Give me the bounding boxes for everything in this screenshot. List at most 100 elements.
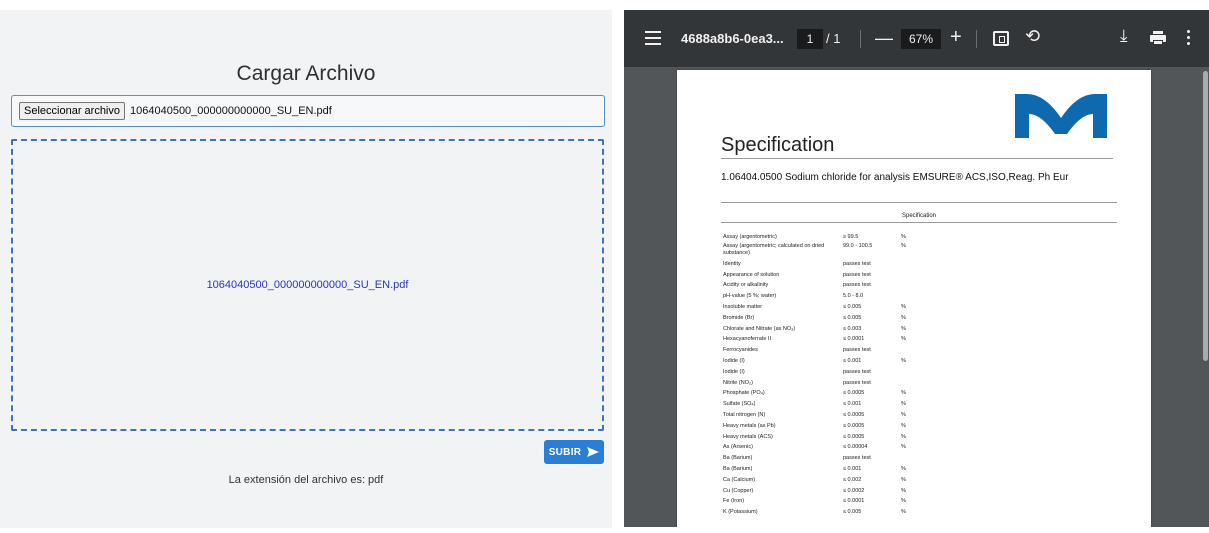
zoom-level-input[interactable]: 67% bbox=[901, 29, 941, 49]
page-number-input[interactable]: 1 bbox=[797, 29, 823, 49]
table-row: Chlorate and Nitrate (as NO₃) ≤ 0.003% bbox=[723, 324, 1103, 335]
table-header: Specification bbox=[901, 213, 937, 219]
table-cell-value: passes test bbox=[843, 379, 871, 386]
table-cell-name: K (Potassium) bbox=[723, 509, 758, 516]
table-cell-unit: % bbox=[901, 325, 906, 332]
table-cell-name: Sulfate (SO₄) bbox=[723, 401, 756, 408]
table-cell-name: Identity bbox=[723, 260, 741, 267]
table-cell-name: Iodide (I) bbox=[723, 357, 745, 364]
table-row: Heavy metals (as Pb) ≤ 0.0005% bbox=[723, 421, 1103, 432]
drop-zone[interactable]: 1064040500_000000000000_SU_EN.pdf bbox=[11, 139, 604, 431]
table-cell-unit bbox=[901, 280, 921, 291]
zoom-out-icon[interactable]: — bbox=[875, 28, 893, 49]
table-cell-name: Chlorate and Nitrate (as NO₃) bbox=[723, 325, 796, 332]
table-cell-unit: % bbox=[901, 465, 906, 472]
table-cell-unit bbox=[901, 291, 921, 302]
table-cell-unit: % bbox=[901, 411, 906, 418]
table-row: As (Arsenic) ≤ 0.00004% bbox=[723, 442, 1103, 453]
table-cell-name: Nitrite (NO₂) bbox=[723, 379, 753, 386]
scrollbar-thumb[interactable] bbox=[1203, 71, 1208, 361]
document-heading: Specification bbox=[721, 134, 835, 156]
table-row: Ba (Barium) ≤ 0.001% bbox=[723, 464, 1103, 475]
table-row: Phosphate (PO₄) ≤ 0.0005% bbox=[723, 388, 1103, 399]
table-cell-unit: % bbox=[901, 401, 906, 408]
table-cell-unit: % bbox=[901, 433, 906, 440]
page-title: Cargar Archivo bbox=[236, 62, 376, 85]
table-cell-unit: % bbox=[901, 476, 906, 483]
table-cell-name: Appearance of solution bbox=[723, 271, 780, 278]
upload-button[interactable]: SUBIR bbox=[544, 440, 604, 464]
table-cell-unit: % bbox=[901, 314, 906, 321]
table-cell-name: Total nitrogen (N) bbox=[723, 411, 766, 418]
table-cell-value: ≤ 0.0005 bbox=[843, 390, 865, 397]
table-row: Ca (Calcium) ≤ 0.002% bbox=[723, 475, 1103, 486]
table-row: Appearance of solution passes test bbox=[723, 270, 1103, 281]
table-row: Heavy metals (ACS) ≤ 0.0005% bbox=[723, 432, 1103, 443]
table-cell-value: ≤ 0.001 bbox=[843, 465, 862, 472]
table-cell-unit: % bbox=[901, 242, 906, 249]
table-cell-name: Ca (Calcium) bbox=[723, 476, 756, 483]
rotate-icon[interactable]: ⟲ bbox=[1025, 26, 1040, 47]
download-icon[interactable]: ⤓ bbox=[1120, 26, 1128, 46]
table-row: Sulfate (SO₄) ≤ 0.001% bbox=[723, 399, 1103, 410]
table-cell-name: Iodide (I) bbox=[723, 368, 745, 375]
page-total: / 1 bbox=[826, 31, 841, 46]
table-cell-unit: % bbox=[901, 357, 906, 364]
table-row: Assay (argentometric; calculated on drie… bbox=[723, 243, 1103, 259]
table-cell-name: Heavy metals (ACS) bbox=[723, 433, 773, 440]
fit-page-icon[interactable] bbox=[993, 31, 1009, 46]
table-row: Identity passes test bbox=[723, 259, 1103, 270]
table-cell-unit bbox=[901, 259, 921, 270]
table-cell-name: Phosphate (PO₄) bbox=[723, 390, 765, 397]
table-row: Nitrite (NO₂) passes test bbox=[723, 378, 1103, 389]
table-cell-name: Heavy metals (as Pb) bbox=[723, 422, 776, 429]
send-icon bbox=[587, 447, 600, 457]
pdf-toolbar: 4688a8b6-0ea3... 1 / 1 — 67% + ⟲ ⤓ bbox=[624, 10, 1209, 67]
table-cell-unit: % bbox=[901, 422, 906, 429]
table-cell-unit bbox=[901, 453, 921, 464]
divider bbox=[721, 222, 1117, 223]
drop-zone-filename: 1064040500_000000000000_SU_EN.pdf bbox=[206, 279, 409, 291]
table-cell-unit bbox=[901, 378, 921, 389]
table-row: Hexacyanoferrate II ≤ 0.0001% bbox=[723, 334, 1103, 345]
table-cell-name: Ferrocyanides bbox=[723, 347, 758, 354]
table-cell-value: passes test bbox=[843, 347, 871, 354]
scrollbar[interactable] bbox=[1201, 67, 1209, 527]
table-cell-name: Fe (Iron) bbox=[723, 498, 745, 505]
file-input[interactable]: Seleccionar archivo 1064040500_000000000… bbox=[11, 95, 605, 127]
table-cell-name: Ba (Barium) bbox=[723, 455, 753, 462]
table-cell-value: passes test bbox=[843, 368, 871, 375]
table-row: Ferrocyanides passes test bbox=[723, 345, 1103, 356]
table-row: Iodide (I) ≤ 0.001% bbox=[723, 356, 1103, 367]
table-cell-name: Insoluble matter bbox=[723, 303, 763, 310]
table-cell-unit: % bbox=[901, 390, 906, 397]
menu-icon[interactable] bbox=[645, 31, 661, 45]
table-cell-value: ≥ 99.5 bbox=[843, 234, 859, 240]
print-icon[interactable] bbox=[1150, 31, 1166, 45]
selected-file-name: 1064040500_000000000000_SU_EN.pdf bbox=[130, 105, 332, 117]
table-row: Acidity or alkalinity passes test bbox=[723, 280, 1103, 291]
extension-info: La extensión del archivo es: pdf bbox=[228, 474, 384, 486]
table-cell-unit: % bbox=[901, 509, 906, 516]
table-cell-value: ≤ 0.003 bbox=[843, 325, 862, 332]
app-root: Cargar Archivo Seleccionar archivo 10640… bbox=[0, 0, 1209, 533]
table-row: Iodide (I) passes test bbox=[723, 367, 1103, 378]
table-cell-value: 5.0 - 8.0 bbox=[843, 293, 864, 300]
upload-button-label: SUBIR bbox=[548, 446, 582, 458]
table-cell-unit: % bbox=[901, 234, 906, 240]
table-cell-value: ≤ 0.0001 bbox=[843, 336, 865, 343]
zoom-in-icon[interactable]: + bbox=[950, 26, 962, 49]
upload-panel: Cargar Archivo Seleccionar archivo 10640… bbox=[0, 10, 612, 528]
table-row: Bromide (Br) ≤ 0.005% bbox=[723, 313, 1103, 324]
divider bbox=[721, 202, 1117, 203]
table-row: Fe (Iron) ≤ 0.0001% bbox=[723, 496, 1103, 507]
table-cell-value: ≤ 0.005 bbox=[843, 303, 862, 310]
more-icon[interactable] bbox=[1187, 30, 1191, 46]
table-cell-name: Hexacyanoferrate II bbox=[723, 336, 771, 343]
select-file-button[interactable]: Seleccionar archivo bbox=[19, 102, 125, 120]
toolbar-divider bbox=[860, 30, 861, 48]
table-cell-value: passes test bbox=[843, 282, 871, 289]
table-cell-name: Bromide (Br) bbox=[723, 314, 755, 321]
table-cell-unit bbox=[901, 270, 921, 281]
table-row: Insoluble matter ≤ 0.005% bbox=[723, 302, 1103, 313]
